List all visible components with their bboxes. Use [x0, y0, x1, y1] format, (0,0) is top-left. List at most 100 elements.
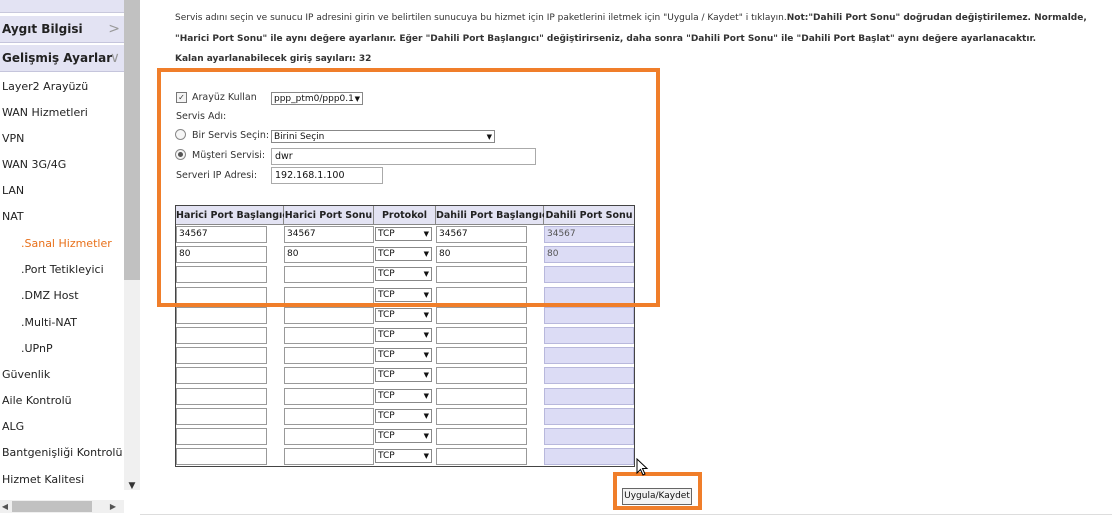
- sidebar-item-security[interactable]: Güvenlik: [2, 368, 50, 381]
- use-interface-label: Arayüz Kullan: [192, 92, 257, 103]
- external-end-input[interactable]: [284, 307, 374, 324]
- intro-note-continued: "Harici Port Sonu" ile aynı değere ayarl…: [175, 34, 1037, 44]
- internal-start-input[interactable]: [436, 367, 527, 384]
- external-end-input[interactable]: [284, 367, 374, 384]
- external-start-input[interactable]: [176, 388, 267, 405]
- use-interface-checkbox[interactable]: ✓: [176, 92, 187, 103]
- scroll-left-arrow-icon[interactable]: ◀: [0, 500, 10, 513]
- external-end-input[interactable]: [284, 266, 374, 283]
- internal-start-input[interactable]: [436, 388, 527, 405]
- scrollbar-thumb[interactable]: [12, 501, 92, 512]
- remaining-entries-label: Kalan ayarlanabilecek giriş sayıları: 32: [175, 54, 372, 64]
- protocol-select[interactable]: TCP ▼: [375, 247, 432, 261]
- external-start-input[interactable]: [176, 266, 267, 283]
- protocol-select[interactable]: TCP ▼: [375, 409, 432, 423]
- protocol-select[interactable]: TCP ▼: [375, 288, 432, 302]
- interface-select[interactable]: ppp_ptm0/ppp0.1 ▼: [271, 92, 363, 105]
- protocol-select-value: TCP: [378, 350, 395, 360]
- dropdown-arrow-icon: ▼: [423, 371, 429, 379]
- save-button[interactable]: Uygula/Kaydet: [622, 488, 692, 505]
- internal-start-input[interactable]: [436, 307, 527, 324]
- sidebar-item-wan-services[interactable]: WAN Hizmetleri: [2, 106, 88, 119]
- external-start-input[interactable]: 80: [176, 246, 267, 263]
- external-start-input[interactable]: [176, 347, 267, 364]
- custom-service-input[interactable]: dwr: [271, 148, 536, 165]
- sidebar-section-label: Gelişmiş Ayarlar: [2, 51, 113, 65]
- external-end-input[interactable]: [284, 448, 374, 465]
- column-header-external-end: Harici Port Sonu: [284, 206, 374, 225]
- sidebar-item-lan[interactable]: LAN: [2, 184, 24, 197]
- external-end-input[interactable]: [284, 327, 374, 344]
- sidebar-section-device-info[interactable]: Aygıt Bilgisi >: [0, 16, 124, 43]
- internal-start-input[interactable]: 80: [436, 246, 527, 263]
- external-end-input[interactable]: [284, 388, 374, 405]
- sidebar-item-bandwidth-control[interactable]: Bantgenişliği Kontrolü: [2, 446, 122, 459]
- protocol-select[interactable]: TCP ▼: [375, 267, 432, 281]
- external-start-input[interactable]: [176, 448, 267, 465]
- external-start-input[interactable]: [176, 327, 267, 344]
- column-header-external-start: Harici Port Başlangıcı: [176, 206, 291, 225]
- sidebar-item-alg[interactable]: ALG: [2, 420, 24, 433]
- scroll-right-arrow-icon[interactable]: ▶: [108, 500, 118, 513]
- internal-start-input[interactable]: [436, 287, 527, 304]
- sidebar-item-upnp[interactable]: .UPnP: [21, 342, 53, 355]
- external-end-input[interactable]: 34567: [284, 226, 374, 243]
- protocol-select[interactable]: TCP ▼: [375, 348, 432, 362]
- protocol-select[interactable]: TCP ▼: [375, 389, 432, 403]
- scroll-down-arrow-icon[interactable]: ▼: [124, 479, 140, 493]
- internal-start-input[interactable]: [436, 347, 527, 364]
- internal-start-input[interactable]: [436, 327, 527, 344]
- protocol-select[interactable]: TCP ▼: [375, 429, 432, 443]
- sidebar-item-port-trigger[interactable]: .Port Tetikleyici: [21, 263, 104, 276]
- scrollbar-thumb[interactable]: [124, 0, 140, 280]
- dropdown-arrow-icon: ▼: [423, 270, 429, 278]
- sidebar-item-parental-control[interactable]: Aile Kontrolü: [2, 394, 72, 407]
- protocol-select[interactable]: TCP ▼: [375, 227, 432, 241]
- internal-end-input: [544, 448, 634, 465]
- sidebar-item-nat[interactable]: NAT: [2, 210, 24, 223]
- protocol-select-value: TCP: [378, 330, 395, 340]
- external-end-input[interactable]: [284, 347, 374, 364]
- sidebar-vertical-scrollbar[interactable]: [124, 0, 140, 490]
- external-start-input[interactable]: [176, 307, 267, 324]
- sidebar-section-advanced-settings[interactable]: Gelişmiş Ayarlar ∨: [0, 45, 124, 72]
- external-start-input[interactable]: [176, 428, 267, 445]
- sidebar-item-virtual-services[interactable]: .Sanal Hizmetler: [21, 237, 112, 250]
- server-ip-input[interactable]: 192.168.1.100: [271, 167, 383, 184]
- sidebar-item-layer2[interactable]: Layer2 Arayüzü: [2, 80, 88, 93]
- internal-end-input: [544, 388, 634, 405]
- protocol-select-value: TCP: [378, 290, 395, 300]
- external-end-input[interactable]: 80: [284, 246, 374, 263]
- external-end-input[interactable]: [284, 428, 374, 445]
- internal-start-input[interactable]: [436, 448, 527, 465]
- external-start-input[interactable]: [176, 287, 267, 304]
- sidebar-item-wan-3g4g[interactable]: WAN 3G/4G: [2, 158, 66, 171]
- custom-service-radio[interactable]: [175, 149, 186, 160]
- service-select[interactable]: Birini Seçin ▼: [271, 130, 495, 143]
- column-header-internal-start: Dahili Port Başlangıcı: [436, 206, 551, 225]
- external-start-input[interactable]: 34567: [176, 226, 267, 243]
- external-start-input[interactable]: [176, 408, 267, 425]
- interface-select-value: ppp_ptm0/ppp0.1: [274, 94, 354, 104]
- protocol-select[interactable]: TCP ▼: [375, 308, 432, 322]
- protocol-select[interactable]: TCP ▼: [375, 449, 432, 463]
- sidebar-horizontal-scrollbar[interactable]: ◀ ▶: [0, 500, 124, 513]
- protocol-select[interactable]: TCP ▼: [375, 328, 432, 342]
- internal-start-input[interactable]: [436, 408, 527, 425]
- internal-start-input[interactable]: [436, 266, 527, 283]
- sidebar-item-dmz-host[interactable]: .DMZ Host: [21, 289, 79, 302]
- external-end-input[interactable]: [284, 408, 374, 425]
- sidebar-item-vpn[interactable]: VPN: [2, 132, 24, 145]
- dropdown-arrow-icon: ▼: [486, 133, 492, 141]
- protocol-select[interactable]: TCP ▼: [375, 368, 432, 382]
- internal-end-input: 80: [544, 246, 634, 263]
- external-start-input[interactable]: [176, 367, 267, 384]
- internal-start-input[interactable]: [436, 428, 527, 445]
- sidebar-item-qos[interactable]: Hizmet Kalitesi: [2, 473, 84, 486]
- custom-service-label: Müşteri Servisi:: [192, 150, 266, 161]
- internal-start-input[interactable]: 34567: [436, 226, 527, 243]
- external-end-input[interactable]: [284, 287, 374, 304]
- sidebar-item-multi-nat[interactable]: .Multi-NAT: [21, 316, 77, 329]
- select-service-radio[interactable]: [175, 129, 186, 140]
- dropdown-arrow-icon: ▼: [423, 412, 429, 420]
